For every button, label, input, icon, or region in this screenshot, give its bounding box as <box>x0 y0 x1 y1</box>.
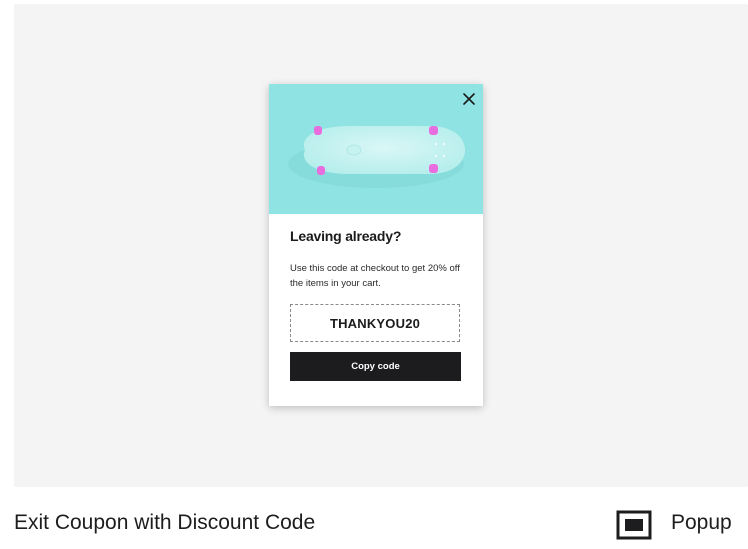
popup-window-icon <box>616 510 652 540</box>
close-icon[interactable] <box>461 91 477 107</box>
skateboard-image <box>269 84 483 214</box>
coupon-code: THANKYOU20 <box>290 304 460 342</box>
template-type-label: Popup <box>671 511 732 534</box>
copy-code-button[interactable]: Copy code <box>290 352 461 381</box>
template-preview-area[interactable]: Leaving already? Use this code at checko… <box>14 4 748 487</box>
popup-hero-image <box>269 84 483 214</box>
exit-coupon-popup: Leaving already? Use this code at checko… <box>269 84 483 406</box>
popup-description: Use this code at checkout to get 20% off… <box>290 263 460 289</box>
popup-title: Leaving already? <box>290 228 402 244</box>
template-name[interactable]: Exit Coupon with Discount Code <box>14 511 315 535</box>
